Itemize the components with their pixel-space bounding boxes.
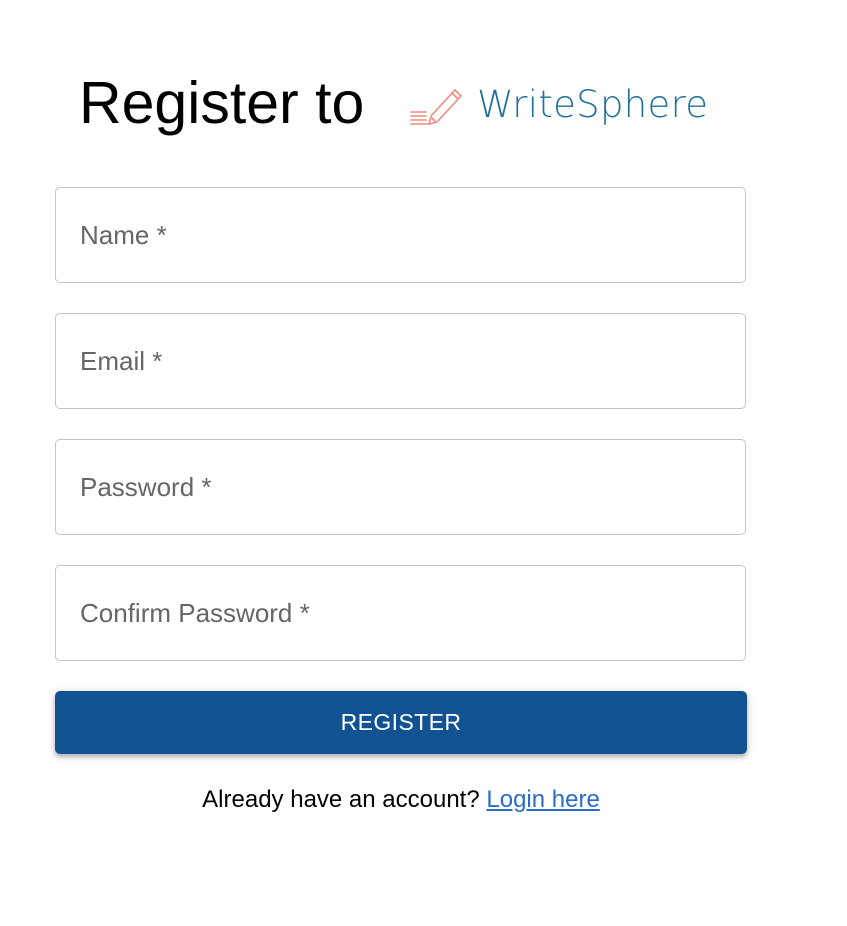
login-prompt-text: Already have an account?	[202, 786, 480, 813]
name-field[interactable]: Name *	[55, 187, 749, 284]
name-input[interactable]	[56, 188, 749, 284]
email-input[interactable]	[56, 314, 749, 410]
register-button[interactable]: REGISTER	[55, 691, 747, 754]
password-field[interactable]: Password *	[55, 439, 749, 536]
confirm-password-input[interactable]	[56, 566, 749, 662]
register-page: Register to WriteSphere Name * Email * P…	[0, 0, 847, 926]
page-title: Register to	[79, 70, 365, 136]
heading-row: Register to	[79, 68, 364, 138]
pencil-writing-icon	[410, 89, 462, 125]
email-field[interactable]: Email *	[55, 313, 749, 410]
confirm-password-field[interactable]: Confirm Password *	[55, 565, 749, 662]
login-prompt: Already have an account? Login here	[0, 786, 802, 814]
login-link[interactable]: Login here	[486, 786, 599, 813]
writesphere-logo: WriteSphere	[409, 82, 708, 128]
password-input[interactable]	[56, 440, 749, 536]
logo-text: WriteSphere	[477, 83, 709, 126]
